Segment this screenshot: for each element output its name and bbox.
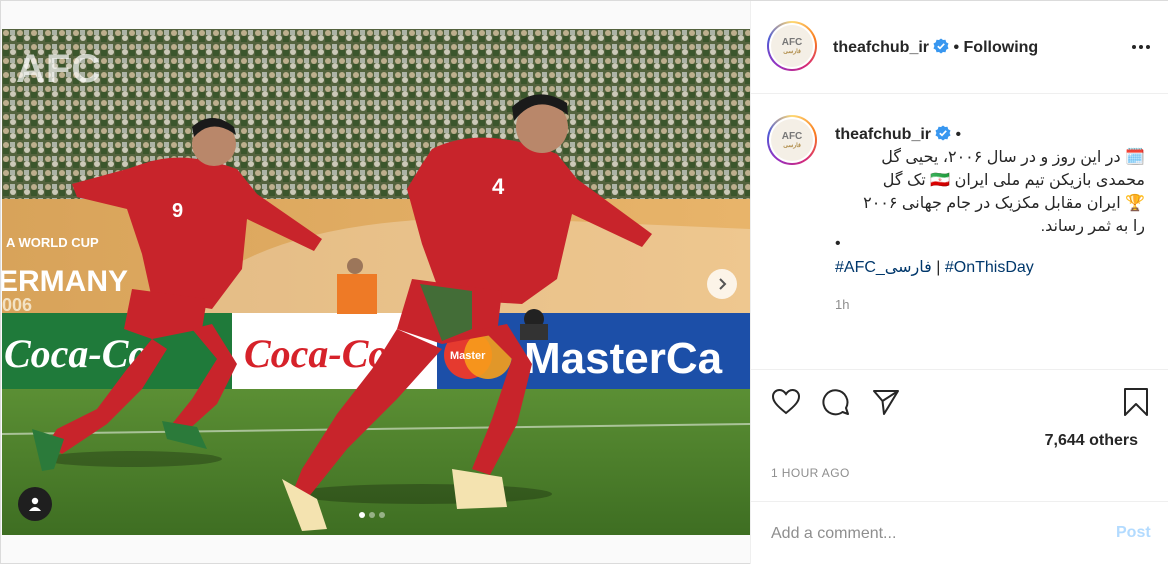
- hashtag-divider: |: [931, 259, 945, 276]
- svg-text:A WORLD CUP: A WORLD CUP: [6, 235, 99, 250]
- more-options-button[interactable]: [1129, 37, 1153, 57]
- svg-text:Coca-Co: Coca-Co: [4, 331, 148, 376]
- bookmark-icon: [1124, 388, 1148, 416]
- caption-username[interactable]: theafchub_ir: [835, 126, 931, 143]
- avatar-frame: AFC فارسی: [769, 23, 815, 69]
- author-username[interactable]: theafchub_ir: [833, 39, 929, 56]
- save-button[interactable]: [1121, 387, 1151, 417]
- tagged-users-button[interactable]: [18, 487, 52, 521]
- avatar-logo-text: AFC: [781, 131, 803, 142]
- avatar-frame: AFC فارسی: [769, 117, 815, 163]
- heart-icon: [772, 389, 800, 415]
- chevron-right-icon: [719, 278, 727, 290]
- caption-hashtags: #AFC_فارسی | #OnThisDay: [835, 257, 1034, 277]
- post-modal: A WORLD CUP ERMANY 006 Coca-Co Coca-Co M…: [0, 0, 1168, 564]
- ellipsis-icon: [1132, 45, 1150, 49]
- header-separator: •: [953, 39, 960, 56]
- hashtag-onthisday[interactable]: #OnThisDay: [945, 259, 1034, 276]
- carousel-dot: [379, 512, 385, 518]
- photo-scene: A WORLD CUP ERMANY 006 Coca-Co Coca-Co M…: [2, 29, 750, 535]
- header-user-row: theafchub_ir • Following: [833, 38, 1038, 57]
- avatar-image: AFC فارسی: [771, 119, 813, 161]
- carousel-dot: [369, 512, 375, 518]
- share-button[interactable]: [871, 387, 901, 417]
- avatar-logo-text: AFC: [781, 37, 803, 48]
- comment-icon: [822, 389, 849, 416]
- caption-separator: •: [955, 126, 962, 143]
- svg-text:006: 006: [2, 295, 32, 315]
- caption-time: 1h: [835, 297, 850, 312]
- svg-text:MasterCa: MasterCa: [524, 334, 723, 383]
- next-photo-button[interactable]: [707, 269, 737, 299]
- verified-badge-icon: [935, 125, 951, 141]
- post-photo[interactable]: A WORLD CUP ERMANY 006 Coca-Co Coca-Co M…: [2, 29, 750, 535]
- action-bar: [751, 369, 1168, 429]
- caption-user-row: theafchub_ir •: [835, 125, 961, 144]
- like-button[interactable]: [771, 387, 801, 417]
- comment-button[interactable]: [821, 387, 851, 417]
- afc-watermark: AFC: [16, 47, 102, 91]
- svg-text:4: 4: [492, 174, 505, 199]
- svg-text:Master: Master: [450, 350, 486, 362]
- svg-text:9: 9: [172, 200, 183, 222]
- caption-dot: •: [835, 235, 841, 252]
- share-icon: [873, 390, 899, 415]
- comment-bar: Post: [751, 501, 1168, 564]
- comment-input[interactable]: [771, 522, 1091, 546]
- hashtag-afc-farsi[interactable]: #AFC_فارسی: [835, 259, 932, 276]
- svg-text:Coca-Co: Coca-Co: [244, 331, 388, 376]
- verified-badge-icon: [933, 38, 949, 54]
- caption-text: 🗓️ در این روز و در سال ۲۰۰۶، یحیی گل محم…: [863, 149, 1145, 235]
- avatar-image: AFC فارسی: [771, 25, 813, 67]
- post-details-panel: AFC فارسی theafchub_ir • Following AFC ف…: [750, 1, 1168, 564]
- svg-text:ERMANY: ERMANY: [2, 265, 128, 298]
- avatar-sub-text: فارسی: [783, 143, 801, 149]
- author-avatar[interactable]: AFC فارسی: [767, 21, 817, 71]
- likes-count[interactable]: 7,644 others: [1045, 432, 1138, 450]
- carousel-dot: [359, 512, 365, 518]
- post-comment-button[interactable]: Post: [1116, 524, 1151, 542]
- post-timestamp: 1 HOUR AGO: [771, 466, 850, 480]
- following-button[interactable]: Following: [964, 39, 1039, 56]
- post-header: AFC فارسی theafchub_ir • Following: [751, 1, 1168, 94]
- user-tag-icon: [29, 497, 41, 511]
- avatar-sub-text: فارسی: [783, 49, 801, 55]
- caption-avatar[interactable]: AFC فارسی: [767, 115, 817, 165]
- carousel-indicator: [359, 512, 385, 518]
